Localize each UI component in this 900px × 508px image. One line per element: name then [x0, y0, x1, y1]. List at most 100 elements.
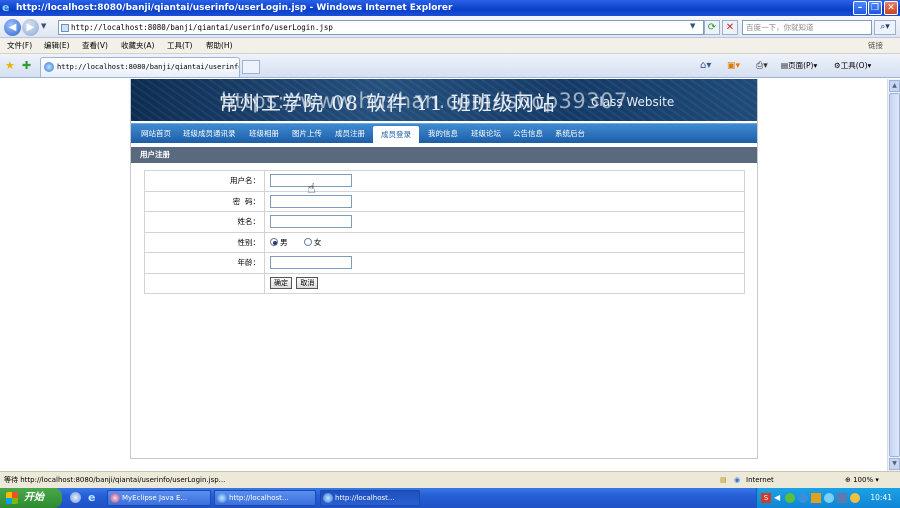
- refresh-icon[interactable]: ⟳: [704, 20, 720, 35]
- menu-bar: 文件(F) 编辑(E) 查看(V) 收藏夹(A) 工具(T) 帮助(H) 链接: [0, 38, 900, 54]
- window-title: http://localhost:8080/banji/qiantai/user…: [16, 3, 453, 13]
- add-favorites-icon[interactable]: ✚: [22, 60, 31, 71]
- maximize-icon[interactable]: ❐: [868, 1, 882, 15]
- nav-admin[interactable]: 系统后台: [555, 124, 585, 144]
- favorites-star-icon[interactable]: ★: [5, 60, 15, 71]
- ie-icon: [217, 493, 227, 503]
- page-container: 常州工学院 08 软件 Y1 班班级网站 Class Website https…: [130, 79, 758, 459]
- gender-male-radio[interactable]: [270, 238, 278, 247]
- tray-volume-icon[interactable]: [837, 493, 847, 503]
- windows-flag-icon: [6, 492, 18, 504]
- print-icon[interactable]: ⎙▾: [756, 57, 768, 75]
- search-input[interactable]: 百度一下，你就知道: [742, 20, 872, 35]
- menu-file[interactable]: 文件(F): [7, 38, 32, 54]
- age-input[interactable]: [270, 256, 352, 270]
- form-row-age: 年龄：: [144, 252, 745, 274]
- form-row-buttons: 确定 取消: [144, 272, 745, 294]
- name-input[interactable]: [270, 215, 352, 229]
- security-icon: ▤: [720, 476, 727, 484]
- address-dropdown-icon[interactable]: ▼: [690, 22, 695, 30]
- tray-update-icon[interactable]: [798, 493, 808, 503]
- close-icon[interactable]: ✕: [884, 1, 898, 15]
- page-viewport: 常州工学院 08 软件 Y1 班班级网站 Class Website https…: [0, 79, 887, 471]
- submit-button[interactable]: 确定: [270, 277, 292, 290]
- taskbar: 开始 e MyEclipse Java E... http://localhos…: [0, 488, 900, 508]
- tray-network-icon[interactable]: [785, 493, 795, 503]
- home-icon[interactable]: ⌂▾: [700, 57, 711, 75]
- status-text: 等待 http://localhost:8080/banji/qiantai/u…: [4, 476, 226, 484]
- myeclipse-icon: [110, 493, 120, 503]
- menu-edit[interactable]: 编辑(E): [44, 38, 70, 54]
- back-icon[interactable]: ◀: [4, 19, 21, 36]
- nav-notices[interactable]: 公告信息: [513, 124, 543, 144]
- page-scrollbar[interactable]: ▲ ▼: [887, 79, 900, 471]
- tray-messenger-icon[interactable]: [824, 493, 834, 503]
- links-label[interactable]: 链接: [868, 38, 883, 54]
- history-dropdown-icon[interactable]: ▼: [41, 22, 46, 30]
- nav-album[interactable]: 班级相册: [249, 124, 279, 144]
- zone-label: Internet: [746, 476, 774, 484]
- tab-label: http://localhost:8080/banji/qiantai/user…: [57, 63, 239, 71]
- form-row-gender: 性别： 男 女: [144, 231, 745, 253]
- menu-tools[interactable]: 工具(T): [167, 38, 192, 54]
- start-button[interactable]: 开始: [0, 488, 62, 508]
- hand-cursor-icon: ☝: [307, 181, 316, 197]
- stop-icon[interactable]: ✕: [722, 20, 738, 35]
- gender-label: 性别：: [144, 231, 265, 253]
- site-nav: 网站首页 班级成员通讯录 班级相册 图片上传 成员注册 成员登录 我的信息 班级…: [131, 123, 757, 144]
- minimize-icon[interactable]: –: [853, 1, 867, 15]
- zoom-control[interactable]: ⊕ 100% ▾: [845, 472, 879, 489]
- start-label: 开始: [24, 492, 44, 503]
- form-row-password: 密 码：: [144, 190, 745, 212]
- taskbar-item-myeclipse[interactable]: MyEclipse Java E...: [107, 490, 211, 506]
- nav-register[interactable]: 成员注册: [335, 124, 365, 144]
- menu-favorites[interactable]: 收藏夹(A): [121, 38, 154, 54]
- nav-contacts[interactable]: 班级成员通讯录: [183, 124, 236, 144]
- menu-help[interactable]: 帮助(H): [206, 38, 233, 54]
- ie-icon: [323, 493, 333, 503]
- gender-female-label: 女: [313, 237, 322, 247]
- tools-menu[interactable]: ⚙工具(O)▾: [834, 57, 871, 75]
- name-label: 姓名：: [144, 211, 265, 233]
- clock[interactable]: 10:41: [870, 488, 892, 508]
- feeds-icon[interactable]: ▣▾: [727, 57, 740, 75]
- section-title: 用户注册: [131, 147, 757, 163]
- window-title-bar[interactable]: e http://localhost:8080/banji/qiantai/us…: [0, 0, 900, 16]
- nav-forum[interactable]: 班级论坛: [471, 124, 501, 144]
- tray-app-icon[interactable]: [811, 493, 821, 503]
- nav-my-info[interactable]: 我的信息: [428, 124, 458, 144]
- system-tray: S ◀ 10:41: [756, 488, 900, 508]
- nav-home[interactable]: 网站首页: [141, 124, 171, 144]
- taskbar-item-ie-2[interactable]: http://localhost...: [320, 490, 420, 506]
- cancel-button[interactable]: 取消: [296, 277, 319, 290]
- nav-login[interactable]: 成员登录: [373, 126, 419, 144]
- forward-icon[interactable]: ▶: [22, 19, 39, 36]
- tray-s-icon[interactable]: S: [761, 493, 771, 503]
- page-icon: [61, 24, 69, 32]
- tools-menu-label: 工具(O): [840, 61, 868, 70]
- tab-current-page[interactable]: http://localhost:8080/banji/qiantai/user…: [40, 57, 240, 77]
- address-input[interactable]: http://localhost:8080/banji/qiantai/user…: [58, 20, 704, 35]
- scroll-up-icon[interactable]: ▲: [889, 80, 900, 92]
- quicklaunch-ie-icon[interactable]: e: [88, 492, 95, 503]
- taskbar-item-ie-1[interactable]: http://localhost...: [214, 490, 316, 506]
- gender-male-label: 男: [280, 237, 288, 247]
- scroll-down-icon[interactable]: ▼: [889, 458, 900, 470]
- new-tab-button[interactable]: [242, 60, 260, 74]
- scroll-thumb[interactable]: [889, 93, 900, 457]
- menu-view[interactable]: 查看(V): [82, 38, 108, 54]
- search-icon[interactable]: ⌕▾: [874, 20, 896, 35]
- age-label: 年龄：: [144, 252, 265, 274]
- form-row-name: 姓名：: [144, 211, 745, 233]
- registration-form: 用户名： 密 码： 姓名： 性别： 男 女 年龄： 确定 取消: [144, 170, 745, 294]
- show-desktop-icon[interactable]: [70, 492, 81, 503]
- page-menu[interactable]: ▤页面(P)▾: [781, 57, 817, 75]
- page-menu-label: 页面(P): [788, 61, 814, 70]
- gender-female-radio[interactable]: [303, 238, 312, 247]
- tab-favicon-icon: [44, 62, 54, 72]
- nav-upload[interactable]: 图片上传: [292, 124, 322, 144]
- tray-security-icon[interactable]: [850, 493, 860, 503]
- site-banner: 常州工学院 08 软件 Y1 班班级网站 Class Website https…: [131, 79, 757, 121]
- username-label: 用户名：: [144, 170, 265, 192]
- tray-back-icon[interactable]: ◀: [774, 492, 780, 504]
